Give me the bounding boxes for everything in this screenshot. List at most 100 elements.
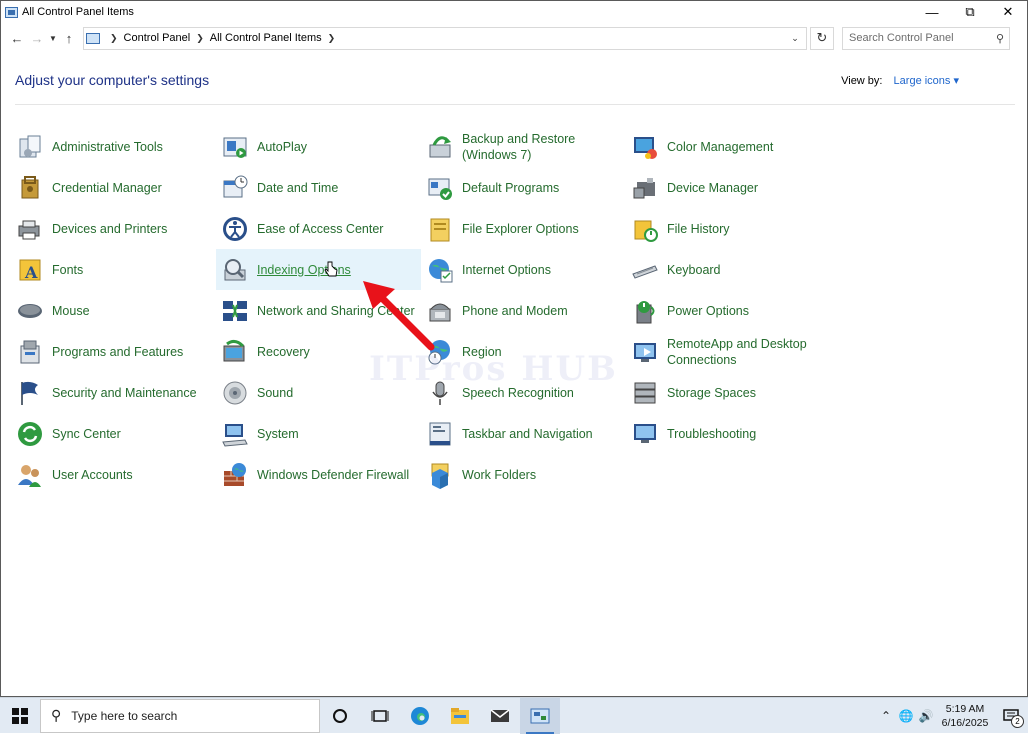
- chevron-up-icon[interactable]: ⌃: [876, 709, 896, 723]
- search-input[interactable]: Search Control Panel ⚲: [842, 26, 1010, 50]
- mouse-icon: [16, 297, 44, 325]
- item-label[interactable]: AutoPlay: [257, 139, 307, 155]
- search-icon[interactable]: ⚲: [996, 32, 1004, 45]
- programs-features-icon: [16, 338, 44, 366]
- control-panel-item-programs-and-features[interactable]: Programs and Features: [11, 331, 216, 372]
- control-panel-taskbar-icon[interactable]: [520, 697, 560, 734]
- item-label[interactable]: Taskbar and Navigation: [462, 426, 593, 442]
- control-panel-item-power-options[interactable]: Power Options: [626, 290, 831, 331]
- item-label[interactable]: Ease of Access Center: [257, 221, 383, 237]
- control-panel-item-devices-and-printers[interactable]: Devices and Printers: [11, 208, 216, 249]
- taskbar-search-input[interactable]: ⚲ Type here to search: [40, 698, 320, 733]
- control-panel-item-device-manager[interactable]: Device Manager: [626, 167, 831, 208]
- item-label[interactable]: Power Options: [667, 303, 749, 319]
- item-label[interactable]: Administrative Tools: [52, 139, 163, 155]
- item-label[interactable]: Security and Maintenance: [52, 385, 197, 401]
- control-panel-item-system[interactable]: System: [216, 413, 421, 454]
- divider: [15, 104, 1015, 105]
- window-controls: — ⧉ ✕: [913, 1, 1027, 23]
- item-label[interactable]: Device Manager: [667, 180, 758, 196]
- item-label[interactable]: Sync Center: [52, 426, 121, 442]
- control-panel-item-administrative-tools[interactable]: Administrative Tools: [11, 126, 216, 167]
- item-label[interactable]: Date and Time: [257, 180, 338, 196]
- breadcrumb-control-panel[interactable]: Control Panel: [124, 32, 191, 44]
- control-panel-item-windows-defender-firewall[interactable]: Windows Defender Firewall: [216, 454, 421, 495]
- view-by-dropdown[interactable]: Large icons ▾: [894, 75, 959, 87]
- notification-center-icon[interactable]: 2: [994, 698, 1028, 734]
- keyboard-icon: [631, 256, 659, 284]
- breadcrumb-all-items[interactable]: All Control Panel Items: [210, 32, 322, 44]
- address-bar[interactable]: ❯ Control Panel ❯ All Control Panel Item…: [83, 26, 807, 50]
- refresh-icon[interactable]: ↻: [810, 26, 834, 50]
- item-label[interactable]: Phone and Modem: [462, 303, 568, 319]
- item-label[interactable]: Windows Defender Firewall: [257, 467, 409, 483]
- item-label[interactable]: Devices and Printers: [52, 221, 167, 237]
- clock[interactable]: 5:19 AM 6/16/2025: [936, 702, 994, 730]
- item-label[interactable]: Work Folders: [462, 467, 536, 483]
- control-panel-item-phone-and-modem[interactable]: Phone and Modem: [421, 290, 626, 331]
- control-panel-item-taskbar-and-navigation[interactable]: Taskbar and Navigation: [421, 413, 626, 454]
- item-label[interactable]: Default Programs: [462, 180, 559, 196]
- item-label[interactable]: Recovery: [257, 344, 310, 360]
- control-panel-item-credential-manager[interactable]: Credential Manager: [11, 167, 216, 208]
- file-explorer-icon[interactable]: [440, 698, 480, 734]
- volume-icon[interactable]: 🔊: [916, 709, 936, 723]
- item-label[interactable]: Color Management: [667, 139, 773, 155]
- item-label[interactable]: Storage Spaces: [667, 385, 756, 401]
- control-panel-item-date-and-time[interactable]: Date and Time: [216, 167, 421, 208]
- control-panel-item-color-management[interactable]: Color Management: [626, 126, 831, 167]
- item-label[interactable]: Backup and Restore (Windows 7): [462, 131, 626, 163]
- control-panel-item-fonts[interactable]: A Fonts: [11, 249, 216, 290]
- sync-center-icon: [16, 420, 44, 448]
- address-dropdown-chevron-icon[interactable]: ⌄: [784, 28, 806, 49]
- windows-start-icon[interactable]: [0, 698, 40, 734]
- control-panel-item-file-history[interactable]: File History: [626, 208, 831, 249]
- control-panel-item-troubleshooting[interactable]: Troubleshooting: [626, 413, 831, 454]
- cortana-icon[interactable]: [320, 698, 360, 734]
- storage-spaces-icon: [631, 379, 659, 407]
- chevron-right-icon[interactable]: ❯: [196, 33, 204, 44]
- item-label[interactable]: Internet Options: [462, 262, 551, 278]
- control-panel-item-user-accounts[interactable]: User Accounts: [11, 454, 216, 495]
- control-panel-item-sync-center[interactable]: Sync Center: [11, 413, 216, 454]
- item-label[interactable]: Programs and Features: [52, 344, 183, 360]
- item-label[interactable]: RemoteApp and Desktop Connections: [667, 336, 831, 368]
- control-panel-item-keyboard[interactable]: Keyboard: [626, 249, 831, 290]
- item-label[interactable]: System: [257, 426, 299, 442]
- chevron-right-icon[interactable]: ❯: [110, 33, 118, 44]
- control-panel-item-file-explorer-options[interactable]: File Explorer Options: [421, 208, 626, 249]
- item-label[interactable]: User Accounts: [52, 467, 133, 483]
- task-view-icon[interactable]: [360, 698, 400, 734]
- control-panel-item-ease-of-access-center[interactable]: Ease of Access Center: [216, 208, 421, 249]
- back-arrow-icon[interactable]: ←: [7, 26, 27, 50]
- control-panel-item-mouse[interactable]: Mouse: [11, 290, 216, 331]
- item-label[interactable]: Mouse: [52, 303, 90, 319]
- minimize-icon[interactable]: —: [913, 1, 951, 23]
- title-bar: All Control Panel Items — ⧉ ✕: [1, 1, 1027, 23]
- chevron-right-icon[interactable]: ❯: [328, 33, 336, 44]
- item-label[interactable]: Troubleshooting: [667, 426, 756, 442]
- recent-locations-chevron-icon[interactable]: ▼: [47, 26, 59, 50]
- item-label[interactable]: Sound: [257, 385, 293, 401]
- control-panel-item-default-programs[interactable]: Default Programs: [421, 167, 626, 208]
- control-panel-item-security-and-maintenance[interactable]: Security and Maintenance: [11, 372, 216, 413]
- mail-icon[interactable]: [480, 698, 520, 734]
- control-panel-item-autoplay[interactable]: AutoPlay: [216, 126, 421, 167]
- control-panel-item-storage-spaces[interactable]: Storage Spaces: [626, 372, 831, 413]
- control-panel-item-internet-options[interactable]: Internet Options: [421, 249, 626, 290]
- item-label[interactable]: Keyboard: [667, 262, 721, 278]
- close-icon[interactable]: ✕: [989, 1, 1027, 23]
- forward-arrow-icon[interactable]: →: [27, 26, 47, 50]
- control-panel-item-backup-and-restore-windows-7[interactable]: Backup and Restore (Windows 7): [421, 126, 626, 167]
- navigation-bar: ← → ▼ ↑ ❯ Control Panel ❯ All Control Pa…: [1, 23, 1027, 53]
- item-label[interactable]: File History: [667, 221, 730, 237]
- item-label[interactable]: Fonts: [52, 262, 83, 278]
- up-arrow-icon[interactable]: ↑: [59, 26, 79, 50]
- control-panel-item-remoteapp-and-desktop-connections[interactable]: RemoteApp and Desktop Connections: [626, 331, 831, 372]
- item-label[interactable]: File Explorer Options: [462, 221, 579, 237]
- edge-browser-icon[interactable]: [400, 698, 440, 734]
- item-label[interactable]: Credential Manager: [52, 180, 162, 196]
- network-globe-icon[interactable]: 🌐: [896, 709, 916, 723]
- control-panel-item-work-folders[interactable]: Work Folders: [421, 454, 626, 495]
- restore-icon[interactable]: ⧉: [951, 1, 989, 23]
